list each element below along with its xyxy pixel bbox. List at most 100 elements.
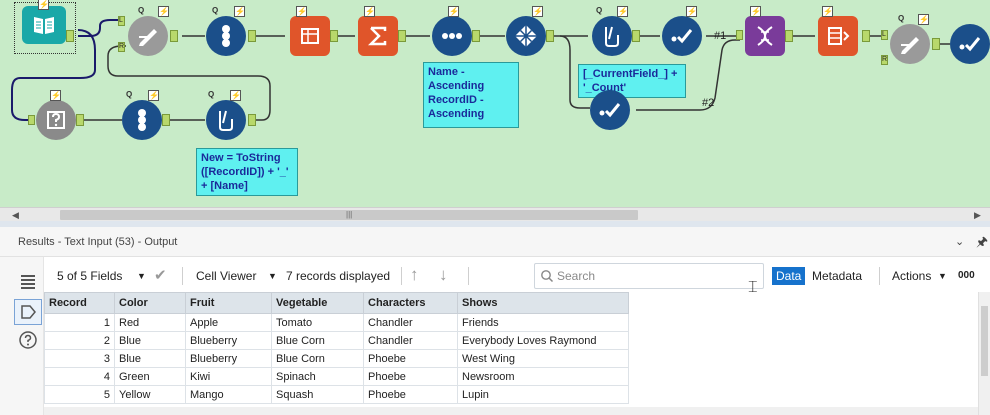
scroll-left-icon[interactable]: ◀ — [12, 210, 19, 221]
cell-vegetable[interactable]: Squash — [271, 385, 364, 404]
output-anchor[interactable] — [66, 30, 74, 42]
column-header[interactable]: Color — [114, 292, 186, 314]
record-id-tool[interactable] — [122, 100, 162, 140]
output-anchor[interactable] — [472, 30, 480, 42]
select-tool[interactable] — [590, 90, 630, 130]
cell-record[interactable]: 1 — [44, 313, 115, 332]
input-anchor[interactable] — [736, 30, 743, 40]
tile-tool[interactable] — [506, 16, 546, 56]
output-anchor[interactable] — [398, 30, 406, 42]
binary-toggle[interactable]: 000 — [958, 270, 975, 281]
search-input[interactable] — [557, 267, 757, 285]
chevron-down-icon[interactable]: ⌄ — [955, 235, 964, 248]
cell-shows[interactable]: Newsroom — [457, 367, 629, 386]
formula-tool[interactable] — [128, 16, 168, 56]
cell-color[interactable]: Blue — [114, 331, 186, 350]
cell-color[interactable]: Red — [114, 313, 186, 332]
cell-characters[interactable]: Phoebe — [363, 367, 458, 386]
output-anchor[interactable] — [932, 38, 940, 50]
cell-shows[interactable]: West Wing — [457, 349, 629, 368]
arrow-up-icon[interactable]: ↑ — [410, 265, 419, 285]
column-header[interactable]: Record — [44, 292, 115, 314]
cell-color[interactable]: Green — [114, 367, 186, 386]
chevron-down-icon[interactable]: ▼ — [268, 271, 277, 281]
cell-characters[interactable]: Phoebe — [363, 349, 458, 368]
scroll-thumb[interactable] — [981, 306, 988, 376]
output-anchor[interactable] — [76, 114, 84, 126]
help-icon[interactable] — [14, 327, 42, 353]
cell-fruit[interactable]: Kiwi — [185, 367, 272, 386]
fields-selector[interactable]: 5 of 5 Fields — [57, 269, 122, 283]
output-anchor[interactable] — [162, 114, 170, 126]
cell-fruit[interactable]: Blueberry — [185, 349, 272, 368]
output-anchor[interactable] — [330, 30, 338, 42]
select-tool[interactable] — [950, 24, 990, 64]
cell-color[interactable]: Blue — [114, 349, 186, 368]
column-header[interactable]: Characters — [363, 292, 458, 314]
table-row[interactable]: 2 Blue Blueberry Blue Corn Chandler Ever… — [44, 331, 629, 350]
cell-color[interactable]: Yellow — [114, 385, 186, 404]
tab-metadata[interactable]: Metadata — [808, 267, 866, 285]
cell-fruit[interactable]: Blueberry — [185, 331, 272, 350]
input-anchor-right[interactable]: R — [118, 42, 125, 52]
column-header[interactable]: Fruit — [185, 292, 272, 314]
output-anchor[interactable] — [248, 114, 256, 126]
pin-icon[interactable]: 🖈 — [976, 233, 988, 255]
cell-record[interactable]: 5 — [44, 385, 115, 404]
table-row[interactable]: 1 Red Apple Tomato Chandler Friends — [44, 313, 629, 332]
output-anchor[interactable] — [862, 30, 870, 42]
workflow-canvas[interactable]: ⚡ Q ⚡ L R Q ⚡ ⚡ ⚡ ⚡ Name - Ascending Rec… — [0, 0, 990, 207]
formula-tool-beaker[interactable] — [592, 16, 632, 56]
sort-tool[interactable] — [432, 16, 472, 56]
chevron-down-icon[interactable]: ▼ — [137, 271, 146, 281]
text-input-tool[interactable] — [22, 6, 66, 44]
tag-view-icon[interactable] — [14, 299, 42, 325]
grid-vertical-scrollbar[interactable] — [978, 292, 990, 415]
cell-characters[interactable]: Chandler — [363, 313, 458, 332]
canvas-horizontal-scrollbar[interactable]: ◀ ||| ▶ — [0, 207, 990, 221]
actions-menu[interactable]: Actions — [892, 269, 931, 283]
cell-characters[interactable]: Phoebe — [363, 385, 458, 404]
arrow-down-icon[interactable]: ↓ — [439, 265, 448, 285]
input-anchor-left[interactable]: L — [118, 16, 125, 26]
formula-tool[interactable] — [890, 24, 930, 64]
output-anchor[interactable] — [785, 30, 793, 42]
input-anchor-right[interactable]: R — [881, 55, 888, 65]
cell-record[interactable]: 4 — [44, 367, 115, 386]
cell-shows[interactable]: Everybody Loves Raymond — [457, 331, 629, 350]
grid-horizontal-scrollbar[interactable] — [44, 407, 978, 415]
column-header[interactable]: Shows — [457, 292, 629, 314]
column-header[interactable]: Vegetable — [271, 292, 364, 314]
cell-characters[interactable]: Chandler — [363, 331, 458, 350]
cell-vegetable[interactable]: Blue Corn — [271, 331, 364, 350]
cell-shows[interactable]: Friends — [457, 313, 629, 332]
chevron-down-icon[interactable]: ▼ — [938, 271, 947, 281]
dynamic-input-tool[interactable] — [36, 100, 76, 140]
scroll-right-icon[interactable]: ▶ — [974, 210, 981, 221]
input-anchor[interactable] — [28, 115, 35, 125]
cell-vegetable[interactable]: Spinach — [271, 367, 364, 386]
cell-fruit[interactable]: Mango — [185, 385, 272, 404]
table-row[interactable]: 3 Blue Blueberry Blue Corn Phoebe West W… — [44, 349, 629, 368]
cell-record[interactable]: 2 — [44, 331, 115, 350]
table-row[interactable]: 5 Yellow Mango Squash Phoebe Lupin — [44, 385, 629, 404]
table-view-icon[interactable] — [14, 269, 42, 295]
cell-viewer-selector[interactable]: Cell Viewer — [196, 269, 256, 283]
output-anchor[interactable] — [632, 30, 640, 42]
input-anchor-left[interactable]: L — [881, 30, 888, 40]
tab-data[interactable]: Data — [772, 267, 806, 285]
cell-vegetable[interactable]: Blue Corn — [271, 349, 364, 368]
summarize-tool[interactable] — [358, 16, 398, 56]
formula-tool-beaker[interactable] — [206, 100, 246, 140]
crosstab-tool[interactable] — [818, 16, 858, 56]
output-anchor[interactable] — [546, 30, 554, 42]
select-tool[interactable] — [662, 16, 702, 56]
cell-record[interactable]: 3 — [44, 349, 115, 368]
output-anchor[interactable] — [170, 30, 178, 42]
cell-fruit[interactable]: Apple — [185, 313, 272, 332]
check-icon[interactable]: ✔ — [154, 266, 167, 284]
table-row[interactable]: 4 Green Kiwi Spinach Phoebe Newsroom — [44, 367, 629, 386]
transpose-tool[interactable] — [290, 16, 330, 56]
output-anchor[interactable] — [248, 30, 256, 42]
join-multiple-tool[interactable] — [745, 16, 785, 56]
